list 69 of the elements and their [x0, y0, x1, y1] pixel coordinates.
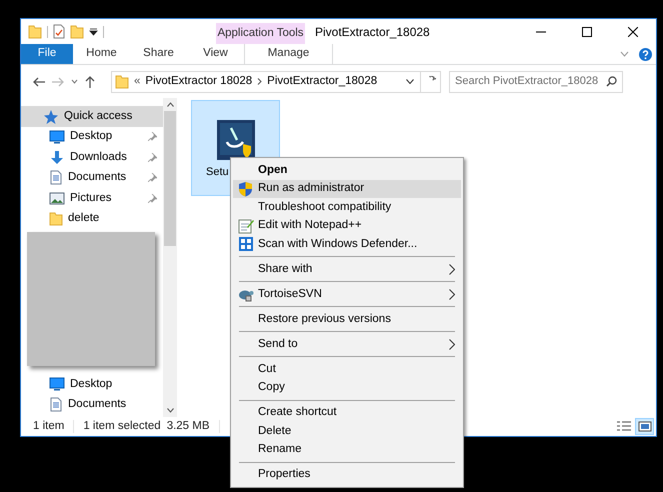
menu-item[interactable]: Properties [233, 466, 461, 484]
dropdown-icon[interactable] [89, 28, 98, 36]
chevron-down-icon[interactable] [406, 79, 414, 84]
scroll-up-icon[interactable] [166, 102, 174, 107]
window-title: PivotExtractor_18028 [315, 24, 431, 40]
menu-item[interactable]: Send to [233, 335, 461, 354]
monitor-icon [49, 377, 65, 392]
notepad-icon [238, 218, 254, 234]
menu-item[interactable]: Restore previous versions [233, 310, 461, 328]
menu-item[interactable]: Scan with Windows Defender... [233, 235, 461, 254]
maximize-icon [582, 26, 592, 36]
menu-item[interactable]: Create shortcut [233, 404, 461, 422]
menu-item[interactable]: Copy [233, 378, 461, 397]
menu-item[interactable]: Rename [233, 440, 461, 459]
context-tab[interactable]: Manage [244, 44, 333, 64]
scroll-down-icon[interactable] [166, 408, 174, 413]
scrollbar[interactable] [163, 98, 177, 417]
file-name: Setu [206, 165, 229, 180]
status-text: 1 item selected [83, 418, 161, 434]
search-icon [606, 76, 617, 87]
sidebar-item[interactable]: delete [21, 208, 163, 229]
back-arrow-icon[interactable] [33, 76, 45, 86]
ribbon-tab[interactable]: Share [130, 44, 187, 64]
scrollbar-thumb[interactable] [164, 111, 176, 246]
sidebar-item[interactable]: Desktop [21, 374, 163, 394]
help-icon[interactable] [639, 48, 652, 60]
shield-icon [238, 180, 253, 197]
window-shield-icon [238, 236, 254, 252]
folder-icon [49, 211, 63, 226]
sidebar-item[interactable]: Desktop [21, 126, 163, 147]
menu-item[interactable]: Troubleshoot compatibility [233, 198, 461, 216]
overflow-chevron[interactable]: « [134, 72, 140, 90]
menu-item[interactable]: Run as administrator [233, 180, 461, 198]
ribbon-tab[interactable]: View [187, 44, 244, 64]
view-button[interactable] [635, 418, 654, 435]
pin-star-icon [43, 108, 59, 124]
sidebar-item[interactable]: Downloads [21, 147, 163, 168]
document-icon [49, 397, 63, 412]
address-bar[interactable]: « PivotExtractor 18028 PivotExtractor_18028 [111, 70, 441, 92]
menu-item[interactable]: Cut [233, 360, 461, 378]
sidebar-item[interactable]: Quick access [21, 106, 163, 126]
monitor-icon [49, 130, 65, 144]
picture-icon [49, 192, 65, 205]
breadcrumb[interactable]: PivotExtractor_18028 [267, 72, 378, 90]
folder-icon [115, 74, 129, 89]
file-tab[interactable]: File [21, 44, 73, 64]
chevron-right-icon [257, 78, 262, 85]
sidebar-item[interactable]: Documents [21, 168, 163, 188]
menu-item[interactable]: Delete [233, 422, 461, 440]
menu-item[interactable]: Edit with Notepad++ [233, 216, 461, 235]
down-arrow-icon [49, 150, 65, 165]
menu-item[interactable]: TortoiseSVN [233, 285, 461, 304]
close-icon [628, 26, 638, 36]
sidebar-item[interactable]: Documents [21, 394, 163, 415]
context-tab-header: Application Tools [216, 23, 305, 44]
document-icon [49, 170, 63, 186]
details-view-icon [616, 420, 632, 433]
checklist-icon[interactable] [53, 24, 65, 39]
breadcrumb[interactable]: PivotExtractor 18028 [145, 72, 252, 90]
menu-item[interactable]: Share with [233, 260, 461, 278]
status-text: 3.25 MB [166, 418, 210, 434]
up-arrow-icon[interactable] [85, 76, 95, 88]
search-field[interactable]: Search PivotExtractor_18028 [449, 70, 623, 92]
installer-icon [216, 120, 254, 160]
large-icons-view-icon [636, 420, 652, 433]
status-text: 1 item [32, 418, 64, 434]
sidebar-item[interactable]: Pictures [21, 188, 163, 208]
ribbon-tab[interactable]: Home [73, 44, 130, 64]
folder-icon [28, 24, 42, 39]
